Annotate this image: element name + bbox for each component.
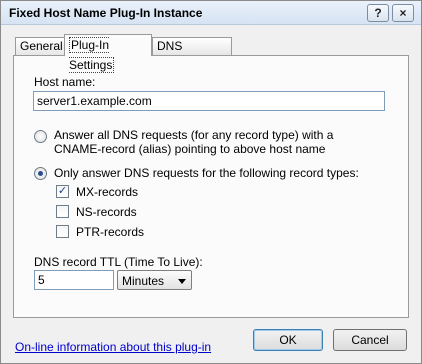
ttl-unit-select[interactable]: Minutes	[117, 270, 192, 290]
checkbox-mx-records[interactable]: ✓	[56, 185, 69, 198]
ns-records-label: NS-records	[76, 205, 137, 219]
title-bar: Fixed Host Name Plug-In Instance ? ×	[1, 1, 421, 25]
tab-general-label: General	[20, 39, 63, 53]
mx-records-label: MX-records	[76, 185, 139, 199]
ok-button-label: OK	[279, 333, 297, 347]
ptr-records-label: PTR-records	[76, 225, 145, 239]
tab-plugin-settings[interactable]: Plug-In Settings	[64, 34, 152, 73]
tab-general[interactable]: General	[15, 37, 65, 55]
checkbox-ns-records[interactable]	[56, 205, 69, 218]
plugin-settings-panel: Host name: Answer all DNS requests (for …	[13, 55, 409, 318]
host-name-label: Host name:	[34, 75, 96, 89]
radio-answer-all[interactable]	[34, 130, 47, 143]
cancel-button[interactable]: Cancel	[333, 329, 407, 351]
window-title: Fixed Host Name Plug-In Instance	[9, 6, 203, 20]
ttl-input[interactable]	[34, 270, 114, 290]
radio-only-answer[interactable]	[34, 167, 47, 180]
answer-all-label-line2: CNAME-record (alias) pointing to above h…	[54, 142, 326, 156]
close-icon: ×	[399, 6, 407, 20]
ttl-label: DNS record TTL (Time To Live):	[34, 255, 203, 269]
tab-dns-requests[interactable]: DNS Requests	[152, 37, 232, 69]
help-button[interactable]: ?	[367, 4, 389, 22]
host-name-input[interactable]	[33, 91, 385, 111]
help-icon: ?	[374, 6, 382, 20]
tab-plugin-settings-label: Plug-In Settings	[69, 37, 115, 73]
online-info-link[interactable]: On-line information about this plug-in	[15, 340, 211, 354]
checkbox-ptr-records[interactable]	[56, 225, 69, 238]
ttl-unit-value: Minutes	[122, 274, 165, 288]
answer-all-label-line1: Answer all DNS requests (for any record …	[54, 128, 334, 142]
cancel-button-label: Cancel	[351, 333, 389, 347]
chevron-down-icon	[178, 279, 186, 284]
only-answer-label: Only answer DNS requests for the followi…	[54, 166, 359, 180]
ok-button[interactable]: OK	[253, 329, 323, 351]
close-button[interactable]: ×	[392, 4, 414, 22]
check-icon: ✓	[57, 185, 68, 197]
dialog-window: Fixed Host Name Plug-In Instance ? × Gen…	[0, 0, 422, 364]
